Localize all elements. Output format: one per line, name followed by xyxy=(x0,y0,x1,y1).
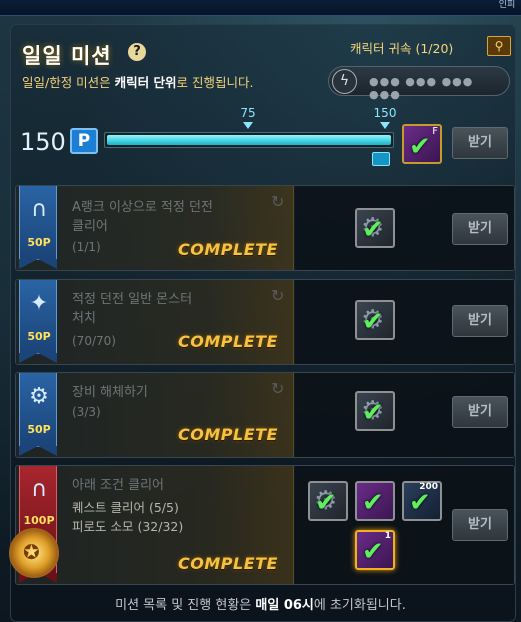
mission-points: 50P xyxy=(27,330,51,343)
mission-condition: 퀘스트 클리어 (5/5) xyxy=(72,500,179,515)
corner-label: 인피 xyxy=(498,0,516,10)
mission-card: ✦ 50P 적정 던전 일반 몬스터 처치 (70/70) COMPLETE ↻ … xyxy=(15,279,515,365)
code-field[interactable]: ϟ ●●● ●●● ●●● ●●● xyxy=(328,66,510,101)
footer-note: 미션 목록 및 진행 현황은 매일 06시에 초기화됩니다. xyxy=(115,598,406,613)
claim-button[interactable]: 받기 xyxy=(452,213,508,245)
claim-button[interactable]: 받기 xyxy=(452,509,508,541)
tick-label-75: 75 xyxy=(240,106,256,120)
search-icon[interactable]: ⚲ xyxy=(487,36,511,56)
mission-ribbon: ∩ 50P xyxy=(19,186,57,269)
reward-item[interactable]: ⚙ ✔ xyxy=(308,481,348,521)
check-icon: ✔ xyxy=(362,537,384,567)
medal-icon: ✪ xyxy=(9,528,59,578)
milestone-reward[interactable]: F ✔ xyxy=(402,124,442,164)
check-icon: ✔ xyxy=(362,307,384,337)
points-badge: P xyxy=(70,128,98,154)
mission-card: ⚙ 50P 장비 해체하기 (3/3) COMPLETE ↻ ⚙ ✔ 받기 xyxy=(15,372,515,458)
mission-title: A랭크 이상으로 적정 던전 클리어 xyxy=(72,200,213,234)
character-bind-label: 캐릭터 귀속 (1/20) xyxy=(350,41,454,56)
mission-progress: (1/1) xyxy=(72,240,101,254)
subtitle: 일일/한정 미션은 캐릭터 단위로 진행됩니다. xyxy=(22,75,254,90)
mission-title: 아래 조건 클리어 xyxy=(72,478,164,493)
reward-item[interactable]: ⚙ ✔ xyxy=(355,208,395,248)
arch-icon: ∩ xyxy=(30,197,48,222)
daily-mission-window: { "window": {"corner_label": "인피"}, "hea… xyxy=(0,0,521,622)
reward-item[interactable]: ⚙ ✔ xyxy=(355,391,395,431)
mission-card: ∩ 100P 아래 조건 클리어 퀘스트 클리어 (5/5) 피로도 소모 (3… xyxy=(15,465,515,585)
code-text: ●●● ●●● ●●● ●●● xyxy=(369,75,474,101)
mission-points: 100P xyxy=(23,514,55,527)
mission-title: 장비 해체하기 xyxy=(72,385,148,400)
gear-icon: ⚙ xyxy=(29,384,49,409)
reward-tag: F xyxy=(432,126,438,137)
status-complete: COMPLETE xyxy=(178,554,278,573)
check-icon: ✔ xyxy=(409,132,431,162)
mission-progress: (70/70) xyxy=(72,334,116,348)
check-icon: ✔ xyxy=(362,488,384,518)
top-strip: 인피 xyxy=(0,0,521,16)
page-title: 일일 미션 xyxy=(22,44,112,68)
mission-ribbon: ✦ 50P xyxy=(19,280,57,363)
mission-points: 50P xyxy=(27,236,51,249)
check-icon: ✔ xyxy=(362,215,384,245)
question-icon[interactable]: ? xyxy=(128,43,146,61)
mission-ribbon: ⚙ 50P xyxy=(19,373,57,456)
mission-progress: (3/3) xyxy=(72,405,101,419)
refresh-icon[interactable]: ↻ xyxy=(271,192,284,211)
status-complete: COMPLETE xyxy=(178,425,278,444)
check-icon: ✔ xyxy=(362,398,384,428)
lightning-icon: ϟ xyxy=(332,69,357,94)
refresh-icon[interactable]: ↻ xyxy=(271,379,284,398)
chest-icon xyxy=(372,152,390,166)
mission-condition: 피로도 소모 (32/32) xyxy=(72,519,184,534)
check-icon: ✔ xyxy=(409,488,431,518)
progress-bar xyxy=(104,132,394,148)
status-complete: COMPLETE xyxy=(178,332,278,351)
reward-item[interactable]: ⚙ ✔ xyxy=(355,300,395,340)
claim-button[interactable]: 받기 xyxy=(452,305,508,337)
check-icon: ✔ xyxy=(315,488,337,518)
reward-item[interactable]: 1 ✔ xyxy=(355,530,395,570)
tick-marker-150 xyxy=(380,122,390,129)
arch-icon: ∩ xyxy=(30,477,48,502)
tick-marker-75 xyxy=(243,122,253,129)
tick-label-150: 150 xyxy=(373,106,397,120)
mission-card: ∩ 50P A랭크 이상으로 적정 던전 클리어 (1/1) COMPLETE ↻… xyxy=(15,185,515,271)
claim-button-top[interactable]: 받기 xyxy=(452,127,508,159)
reward-tag: 1 xyxy=(384,531,391,541)
points-value: 150 xyxy=(20,128,66,156)
refresh-icon[interactable]: ↻ xyxy=(271,286,284,305)
reward-item[interactable]: 200 ✔ xyxy=(402,481,442,521)
status-complete: COMPLETE xyxy=(178,240,278,259)
claim-button[interactable]: 받기 xyxy=(452,396,508,428)
mission-info xyxy=(16,373,294,457)
mission-title: 적정 던전 일반 몬스터 처치 xyxy=(72,292,193,326)
mission-points: 50P xyxy=(27,423,51,436)
progress-fill xyxy=(107,135,391,145)
crystal-icon: ✦ xyxy=(29,291,49,316)
reward-item[interactable]: ✔ xyxy=(355,481,395,521)
